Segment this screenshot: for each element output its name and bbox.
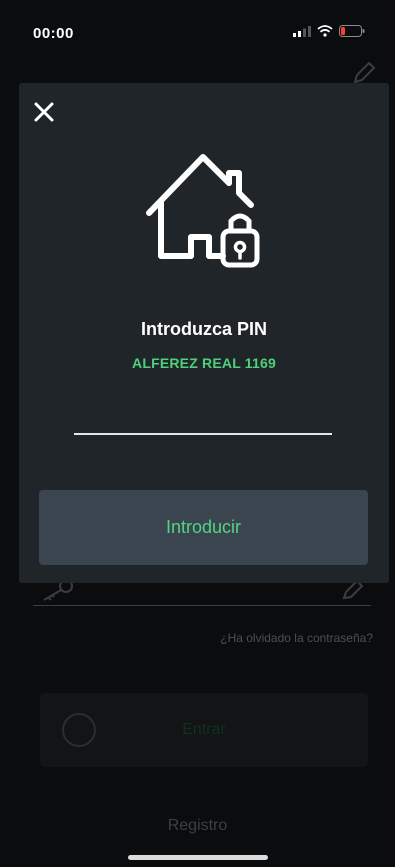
enter-button[interactable]: Entrar bbox=[40, 693, 368, 767]
property-name: ALFEREZ REAL 1169 bbox=[132, 355, 276, 371]
pin-modal: Introduzca PIN ALFEREZ REAL 1169 Introdu… bbox=[19, 83, 389, 583]
enter-button-label: Entrar bbox=[182, 721, 226, 738]
home-indicator[interactable] bbox=[128, 855, 268, 860]
submit-pin-button[interactable]: Introducir bbox=[39, 490, 368, 565]
close-icon[interactable] bbox=[33, 101, 55, 123]
password-underline bbox=[33, 605, 371, 606]
pin-input[interactable] bbox=[74, 395, 332, 435]
phone-screen: 00:00 ¿Ha olvidado la contraseña? Entrar… bbox=[0, 0, 395, 867]
forgot-password-link[interactable]: ¿Ha olvidado la contraseña? bbox=[220, 631, 373, 645]
house-lock-icon bbox=[146, 154, 260, 268]
register-link[interactable]: Registro bbox=[0, 817, 395, 835]
modal-title: Introduzca PIN bbox=[140, 319, 267, 339]
